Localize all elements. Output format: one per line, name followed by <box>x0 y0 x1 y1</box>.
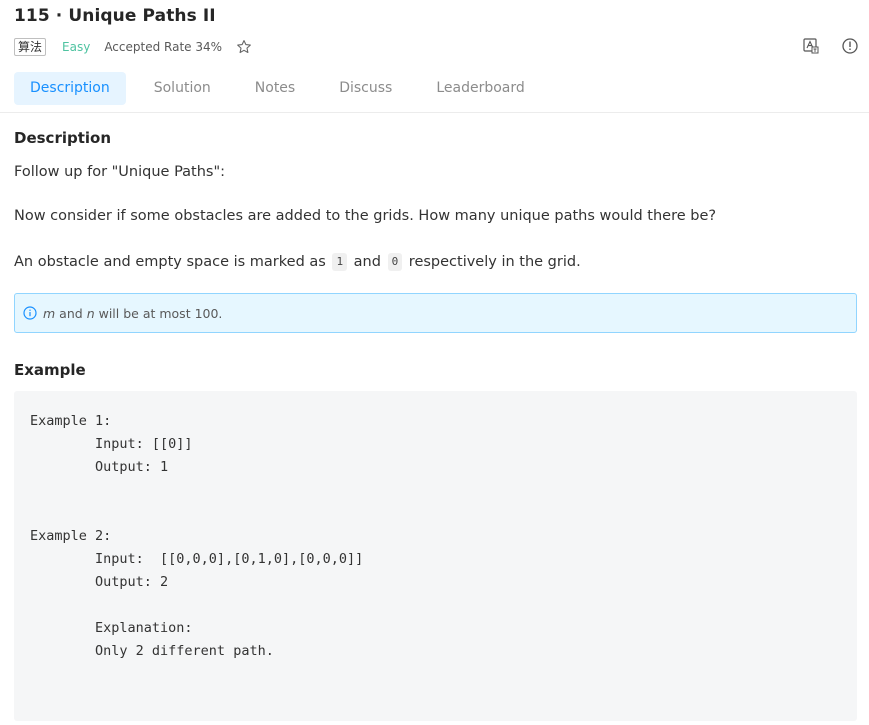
problem-title: 115 · Unique Paths II <box>14 6 216 26</box>
tab-notes[interactable]: Notes <box>255 72 295 105</box>
inline-code-empty: 0 <box>387 253 403 271</box>
inline-code-obstacle: 1 <box>332 253 348 271</box>
tab-description[interactable]: Description <box>14 72 126 105</box>
info-circle-icon[interactable] <box>841 37 859 55</box>
tab-discuss[interactable]: Discuss <box>339 72 392 105</box>
tabs-divider <box>0 112 869 113</box>
example-code-block: Example 1: Input: [[0]] Output: 1 Exampl… <box>14 391 857 721</box>
problem-tabs: Description Solution Notes Discuss Leade… <box>14 72 525 105</box>
paragraph-3-middle: and <box>353 254 381 270</box>
note-mid: and <box>59 305 83 321</box>
tab-solution[interactable]: Solution <box>154 72 211 105</box>
description-paragraph-3: An obstacle and empty space is marked as… <box>14 253 581 271</box>
info-icon <box>23 306 37 320</box>
note-var-m: m <box>43 305 56 321</box>
example-heading: Example <box>14 361 86 379</box>
tab-leaderboard[interactable]: Leaderboard <box>436 72 524 105</box>
note-text: m and n will be at most 100. <box>43 306 222 321</box>
translate-icon[interactable] <box>802 37 820 55</box>
accepted-rate: Accepted Rate 34% <box>104 40 223 54</box>
note-rest: will be at most 100. <box>98 305 223 321</box>
description-paragraph-1: Follow up for "Unique Paths": <box>14 164 226 180</box>
problem-meta: 算法 Easy Accepted Rate 34% <box>14 37 252 57</box>
paragraph-3-suffix: respectively in the grid. <box>408 254 581 270</box>
info-note: m and n will be at most 100. <box>14 293 857 333</box>
note-var-n: n <box>86 305 95 321</box>
category-tag[interactable]: 算法 <box>14 38 47 56</box>
paragraph-3-prefix: An obstacle and empty space is marked as <box>14 254 326 270</box>
difficulty-label: Easy <box>62 40 91 54</box>
star-icon[interactable] <box>236 39 252 55</box>
description-heading: Description <box>14 129 112 147</box>
description-paragraph-2: Now consider if some obstacles are added… <box>14 208 717 224</box>
example-code: Example 1: Input: [[0]] Output: 1 Exampl… <box>30 413 364 659</box>
